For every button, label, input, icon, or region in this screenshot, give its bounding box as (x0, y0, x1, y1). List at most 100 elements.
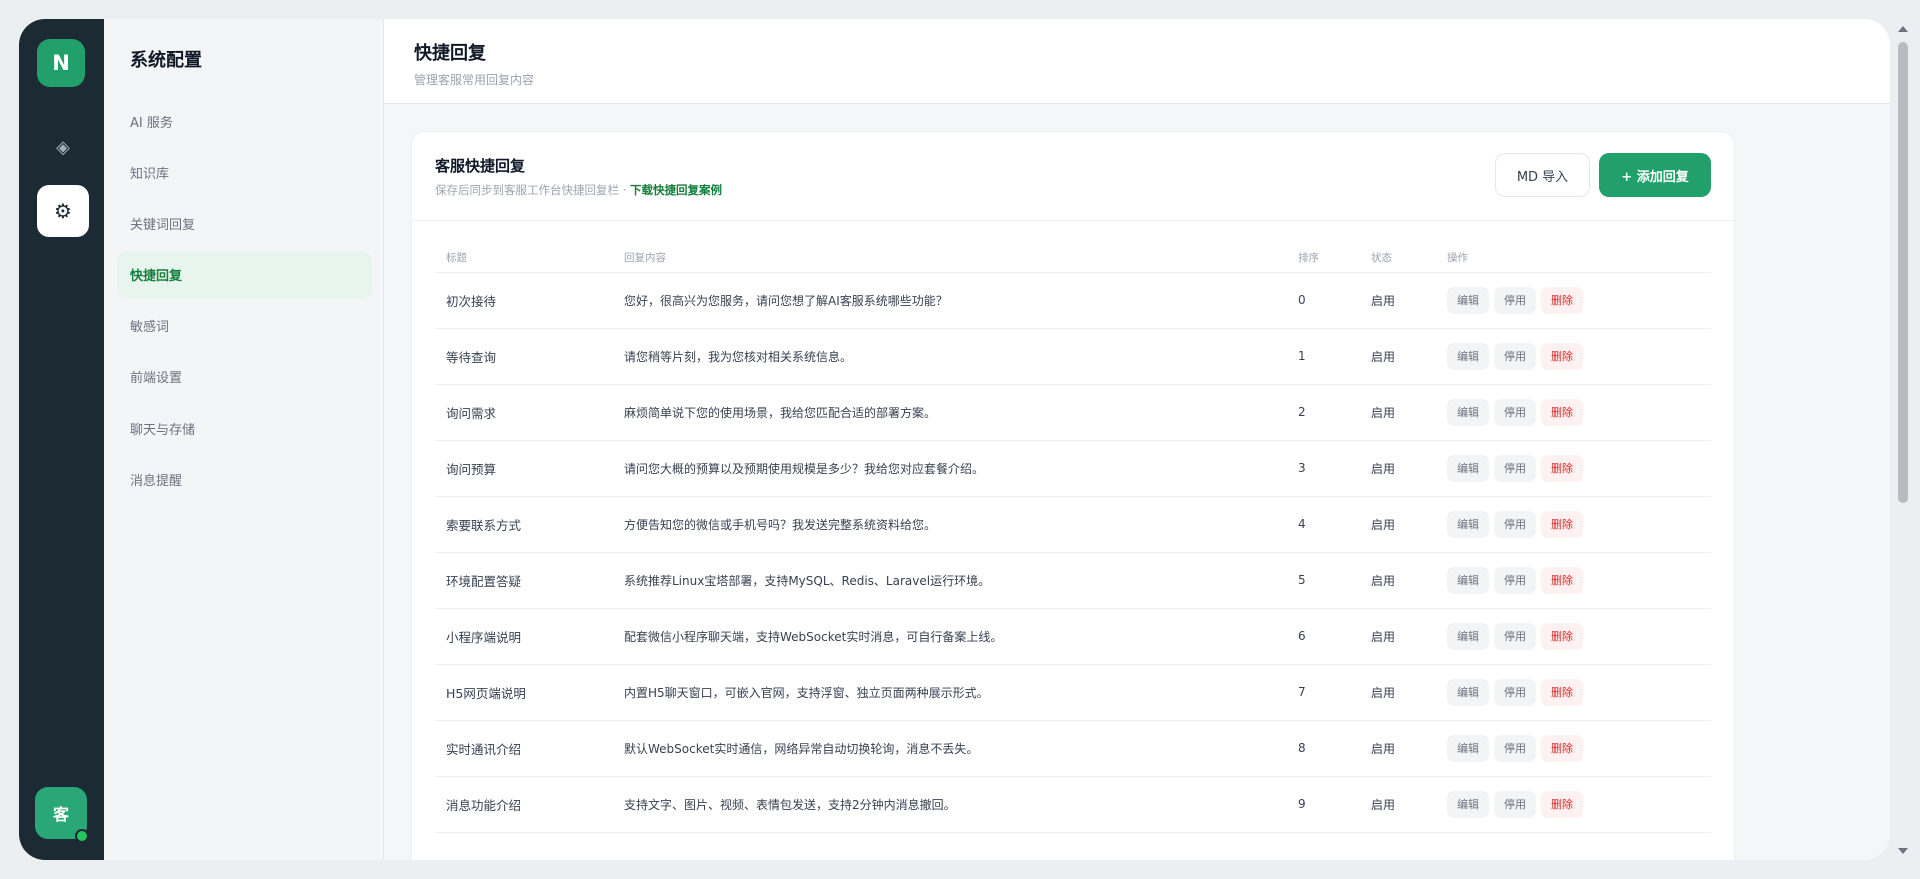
row-status: 启用 (1360, 552, 1436, 609)
reply-table-wrap: 标题 回复内容 排序 状态 操作 初次接待 您好，很高兴为您服务，请问您想了解AI… (435, 244, 1711, 833)
row-title: H5网页端说明 (435, 664, 613, 721)
table-row: 实时通讯介绍 默认WebSocket实时通信，网络异常自动切换轮询，消息不丢失。 8… (435, 720, 1711, 777)
scroll-down-arrow-icon[interactable] (1898, 848, 1908, 854)
edit-button[interactable]: 编辑 (1447, 510, 1489, 538)
sidebar-item-quick-reply[interactable]: 快捷回复 (117, 250, 372, 299)
online-status-dot (75, 829, 89, 843)
row-actions: 编辑 停用 删除 (1436, 272, 1711, 329)
delete-button[interactable]: 删除 (1541, 622, 1583, 650)
row-actions: 编辑 停用 删除 (1436, 776, 1711, 833)
row-content: 方便告知您的微信或手机号吗？我发送完整系统资料给您。 (613, 496, 1287, 553)
sidebar-item-knowledge-base[interactable]: 知识库 (117, 148, 372, 196)
col-header-content: 回复内容 (613, 244, 1287, 273)
scroll-up-arrow-icon[interactable] (1898, 26, 1908, 32)
delete-button[interactable]: 删除 (1541, 678, 1583, 706)
disable-button[interactable]: 停用 (1494, 342, 1536, 370)
main-content: 快捷回复 管理客服常用回复内容 客服快捷回复 保存后同步到客服工作台快捷回复栏 … (384, 19, 1890, 860)
row-title: 消息功能介绍 (435, 776, 613, 833)
add-reply-button[interactable]: + 添加回复 (1599, 153, 1711, 197)
quick-reply-card: 客服快捷回复 保存后同步到客服工作台快捷回复栏 · 下载快捷回复案例 MD 导入… (411, 131, 1735, 860)
settings-sidebar: 系统配置 AI 服务 知识库 关键词回复 快捷回复 敏感词 前端设置 聊天与存储… (104, 19, 384, 860)
disable-button[interactable]: 停用 (1494, 790, 1536, 818)
edit-button[interactable]: 编辑 (1447, 454, 1489, 482)
app-logo[interactable]: N (37, 39, 85, 87)
row-actions: 编辑 停用 删除 (1436, 608, 1711, 665)
delete-button[interactable]: 删除 (1541, 398, 1583, 426)
edit-button[interactable]: 编辑 (1447, 734, 1489, 762)
disable-button[interactable]: 停用 (1494, 510, 1536, 538)
table-header-row: 标题 回复内容 排序 状态 操作 (435, 244, 1711, 273)
table-row: H5网页端说明 内置H5聊天窗口，可嵌入官网，支持浮窗、独立页面两种展示形式。 7 启… (435, 664, 1711, 721)
row-status: 启用 (1360, 720, 1436, 777)
delete-button[interactable]: 删除 (1541, 790, 1583, 818)
download-example-link[interactable]: 下载快捷回复案例 (630, 183, 722, 197)
sidebar-item-frontend-settings[interactable]: 前端设置 (117, 353, 372, 401)
row-content: 请您稍等片刻，我为您核对相关系统信息。 (613, 328, 1287, 385)
row-action-group: 编辑 停用 删除 (1447, 790, 1711, 818)
row-action-group: 编辑 停用 删除 (1447, 622, 1711, 650)
edit-button[interactable]: 编辑 (1447, 286, 1489, 314)
row-content: 支持文字、图片、视频、表情包发送，支持2分钟内消息撤回。 (613, 776, 1287, 833)
row-status: 启用 (1360, 328, 1436, 385)
row-content: 内置H5聊天窗口，可嵌入官网，支持浮窗、独立页面两种展示形式。 (613, 664, 1287, 721)
row-content: 您好，很高兴为您服务，请问您想了解AI客服系统哪些功能？ (613, 272, 1287, 329)
col-header-order: 排序 (1287, 244, 1360, 273)
delete-button[interactable]: 删除 (1541, 286, 1583, 314)
app-window: N ◈ ⚙ 客 系统配置 AI 服务 知识库 关键词回复 快捷回复 敏感词 前端… (19, 19, 1890, 860)
row-order: 0 (1287, 272, 1360, 329)
table-row: 索要联系方式 方便告知您的微信或手机号吗？我发送完整系统资料给您。 4 启用 编辑 停用删… (435, 496, 1711, 553)
table-row: 询问预算 请问您大概的预算以及预期使用规模是多少？我给您对应套餐介绍。 3 启用 编辑停… (435, 440, 1711, 497)
sidebar-item-ai-service[interactable]: AI 服务 (117, 97, 372, 145)
delete-button[interactable]: 删除 (1541, 454, 1583, 482)
disable-button[interactable]: 停用 (1494, 734, 1536, 762)
gear-icon[interactable]: ⚙ (37, 185, 89, 237)
row-status: 启用 (1360, 664, 1436, 721)
row-actions: 编辑 停用 删除 (1436, 384, 1711, 441)
disable-button[interactable]: 停用 (1494, 566, 1536, 594)
disable-button[interactable]: 停用 (1494, 454, 1536, 482)
page-subtitle: 管理客服常用回复内容 (414, 73, 535, 87)
row-action-group: 编辑 停用 删除 (1447, 734, 1711, 762)
sidebar-title: 系统配置 (130, 50, 202, 71)
row-title: 初次接待 (435, 272, 613, 329)
sidebar-item-chat-storage[interactable]: 聊天与存储 (117, 404, 372, 452)
row-content: 系统推荐Linux宝塔部署，支持MySQL、Redis、Laravel运行环境。 (613, 552, 1287, 609)
delete-button[interactable]: 删除 (1541, 734, 1583, 762)
row-action-group: 编辑 停用 删除 (1447, 566, 1711, 594)
delete-button[interactable]: 删除 (1541, 566, 1583, 594)
row-title: 环境配置答疑 (435, 552, 613, 609)
sidebar-item-message-alerts[interactable]: 消息提醒 (117, 455, 372, 503)
delete-button[interactable]: 删除 (1541, 510, 1583, 538)
disable-button[interactable]: 停用 (1494, 398, 1536, 426)
scrollbar-thumb[interactable] (1898, 42, 1908, 503)
disable-button[interactable]: 停用 (1494, 286, 1536, 314)
diamond-icon[interactable]: ◈ (37, 121, 89, 173)
delete-button[interactable]: 删除 (1541, 342, 1583, 370)
edit-button[interactable]: 编辑 (1447, 398, 1489, 426)
row-order: 5 (1287, 552, 1360, 609)
row-content: 请问您大概的预算以及预期使用规模是多少？我给您对应套餐介绍。 (613, 440, 1287, 497)
table-row: 环境配置答疑 系统推荐Linux宝塔部署，支持MySQL、Redis、Larave… (435, 552, 1711, 609)
edit-button[interactable]: 编辑 (1447, 622, 1489, 650)
table-row: 小程序端说明 配套微信小程序聊天端，支持WebSocket实时消息，可自行备案上线… (435, 608, 1711, 665)
disable-button[interactable]: 停用 (1494, 622, 1536, 650)
row-content: 默认WebSocket实时通信，网络异常自动切换轮询，消息不丢失。 (613, 720, 1287, 777)
disable-button[interactable]: 停用 (1494, 678, 1536, 706)
md-import-button[interactable]: MD 导入 (1495, 153, 1590, 197)
reply-table: 标题 回复内容 排序 状态 操作 初次接待 您好，很高兴为您服务，请问您想了解AI… (435, 244, 1711, 833)
page-scrollbar[interactable] (1896, 22, 1910, 858)
table-body: 初次接待 您好，很高兴为您服务，请问您想了解AI客服系统哪些功能？ 0 启用 编辑 停用删… (435, 272, 1711, 833)
card-header: 客服快捷回复 保存后同步到客服工作台快捷回复栏 · 下载快捷回复案例 MD 导入… (412, 132, 1734, 221)
row-action-group: 编辑 停用 删除 (1447, 398, 1711, 426)
row-order: 9 (1287, 776, 1360, 833)
row-order: 6 (1287, 608, 1360, 665)
row-order: 3 (1287, 440, 1360, 497)
sidebar-item-sensitive-words[interactable]: 敏感词 (117, 302, 372, 350)
edit-button[interactable]: 编辑 (1447, 790, 1489, 818)
edit-button[interactable]: 编辑 (1447, 678, 1489, 706)
row-action-group: 编辑 停用 删除 (1447, 286, 1711, 314)
edit-button[interactable]: 编辑 (1447, 342, 1489, 370)
edit-button[interactable]: 编辑 (1447, 566, 1489, 594)
row-title: 实时通讯介绍 (435, 720, 613, 777)
sidebar-item-keyword-reply[interactable]: 关键词回复 (117, 199, 372, 247)
